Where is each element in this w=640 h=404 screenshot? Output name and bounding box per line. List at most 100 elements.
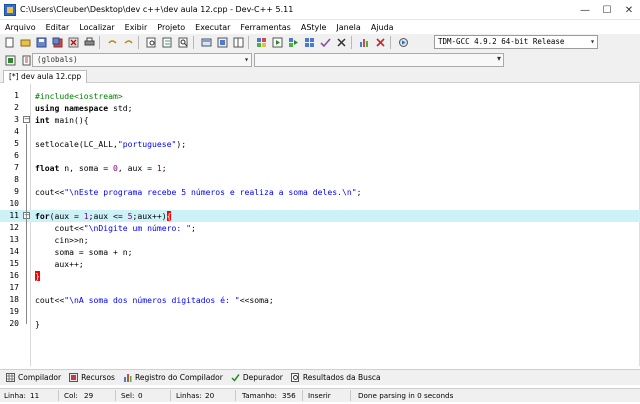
- maximize-button[interactable]: ☐: [596, 0, 618, 20]
- code-text: setlocale(LC_ALL,"portuguese");: [35, 139, 187, 149]
- menu-executar[interactable]: Executar: [190, 23, 235, 32]
- undo-icon[interactable]: [106, 36, 119, 49]
- find-icon[interactable]: [145, 36, 158, 49]
- status-col-value: 29: [84, 391, 94, 400]
- code-line[interactable]: 16}: [0, 270, 640, 282]
- menu-exibir[interactable]: Exibir: [120, 23, 153, 32]
- main-toolbar: TDM-GCC 4.9.2 64-bit Release ▾: [0, 34, 640, 51]
- status-line-label: Linha:: [4, 391, 26, 400]
- stop-execution-icon[interactable]: [335, 36, 348, 49]
- insert-snippet-icon[interactable]: [4, 54, 17, 67]
- toolbar-separator: [193, 36, 194, 49]
- code-line[interactable]: 15 aux++;: [0, 258, 640, 270]
- toolbar-separator: [390, 36, 391, 49]
- project-icon[interactable]: [200, 36, 213, 49]
- check-syntax-icon[interactable]: [319, 36, 332, 49]
- tab-compilador[interactable]: Compilador: [6, 373, 61, 382]
- class-browser-icon[interactable]: [216, 36, 229, 49]
- close-button[interactable]: ✕: [618, 0, 640, 20]
- compile-run-icon[interactable]: [287, 36, 300, 49]
- code-text: #include<iostream>: [35, 91, 123, 101]
- delete-profile-icon[interactable]: [374, 36, 387, 49]
- line-number: 9: [14, 187, 19, 196]
- code-line[interactable]: 7 float n, soma = 0, aux = 1;: [0, 162, 640, 174]
- code-line[interactable]: 8: [0, 174, 640, 186]
- print-icon[interactable]: [83, 36, 96, 49]
- tab-depurador[interactable]: Depurador: [231, 373, 283, 382]
- tab-dev-aula-12[interactable]: [*] dev aula 12.cpp: [3, 70, 88, 83]
- code-line[interactable]: 10: [0, 198, 640, 210]
- toggle-view-icon[interactable]: [232, 36, 245, 49]
- window-title: C:\Users\Cleuber\Desktop\dev c++\dev aul…: [20, 5, 294, 14]
- line-number: 5: [14, 139, 19, 148]
- save-icon[interactable]: [35, 36, 48, 49]
- code-line[interactable]: 3− int main(){: [0, 114, 640, 126]
- new-file-icon[interactable]: [3, 36, 16, 49]
- code-line[interactable]: 19: [0, 306, 640, 318]
- code-text: soma = soma + n;: [35, 247, 133, 257]
- code-line[interactable]: 13 cin>>n;: [0, 234, 640, 246]
- tab-resultados-da-busca[interactable]: Resultados da Busca: [290, 373, 381, 382]
- fold-toggle-icon[interactable]: −: [23, 116, 30, 123]
- close-file-icon[interactable]: [67, 36, 80, 49]
- line-number: 15: [9, 259, 19, 268]
- resources-icon: [69, 373, 79, 382]
- code-line[interactable]: 9 cout<<"\nEste programa recebe 5 números…: [0, 186, 640, 198]
- menu-ajuda[interactable]: Ajuda: [366, 23, 399, 32]
- chart-icon: [123, 374, 132, 382]
- find-files-icon[interactable]: [177, 36, 190, 49]
- status-line-value: 11: [30, 391, 40, 400]
- code-line[interactable]: 1 #include<iostream>: [0, 90, 640, 102]
- code-text: int main(){: [35, 115, 89, 125]
- menu-editar[interactable]: Editar: [41, 23, 75, 32]
- secondary-toolbar: (globals) ▾ ▾: [0, 51, 640, 69]
- code-line[interactable]: 14 soma = soma + n;: [0, 246, 640, 258]
- debug-icon[interactable]: [397, 36, 410, 49]
- scope-select[interactable]: (globals) ▾: [32, 53, 252, 67]
- profile-chart-icon[interactable]: [358, 36, 371, 49]
- code-line[interactable]: 20}: [0, 318, 640, 330]
- menu-astyle[interactable]: AStyle: [296, 23, 332, 32]
- status-divider: [350, 390, 351, 401]
- line-number: 8: [14, 175, 19, 184]
- tab-compilador-label: Compilador: [18, 373, 62, 382]
- fold-guide: [26, 124, 27, 324]
- code-line[interactable]: 18 cout<<"\nA soma dos números digitados …: [0, 294, 640, 306]
- line-number: 14: [9, 247, 19, 256]
- code-line[interactable]: 12 cout<<"\nDigite um número: ";: [0, 222, 640, 234]
- code-text: cout<<"\nA soma dos números digitados é:…: [35, 295, 274, 305]
- grid-icon: [6, 373, 15, 382]
- menu-projeto[interactable]: Projeto: [152, 23, 190, 32]
- status-divider: [115, 390, 116, 401]
- menu-ferramentas[interactable]: Ferramentas: [235, 23, 295, 32]
- code-line[interactable]: 17: [0, 282, 640, 294]
- replace-icon[interactable]: [161, 36, 174, 49]
- save-all-icon[interactable]: [51, 36, 64, 49]
- code-line[interactable]: 4: [0, 126, 640, 138]
- tab-registro-do-compilador[interactable]: Registro do Compilador: [123, 373, 223, 382]
- status-message: Done parsing in 0 seconds: [358, 391, 454, 400]
- chevron-down-icon: ▾: [590, 37, 595, 46]
- code-line[interactable]: 11−for(aux = 1;aux <= 5;aux++){: [0, 210, 640, 222]
- run-icon[interactable]: [271, 36, 284, 49]
- compile-icon[interactable]: [255, 36, 268, 49]
- code-line[interactable]: 2 using namespace std;: [0, 102, 640, 114]
- open-folder-icon[interactable]: [19, 36, 32, 49]
- rebuild-all-icon[interactable]: [303, 36, 316, 49]
- code-line[interactable]: 5 setlocale(LC_ALL,"portuguese");: [0, 138, 640, 150]
- status-divider: [170, 390, 171, 401]
- line-number: 7: [14, 163, 19, 172]
- redo-icon[interactable]: [122, 36, 135, 49]
- menu-janela[interactable]: Janela: [331, 23, 365, 32]
- compiler-select[interactable]: TDM-GCC 4.9.2 64-bit Release ▾: [434, 35, 598, 49]
- code-editor[interactable]: 1 #include<iostream> 2 using namespace std;…: [0, 84, 640, 366]
- menu-localizar[interactable]: Localizar: [74, 23, 119, 32]
- line-number: 20: [9, 319, 19, 328]
- code-line[interactable]: 6: [0, 150, 640, 162]
- function-select[interactable]: ▾: [254, 53, 504, 67]
- minimize-button[interactable]: —: [574, 0, 596, 20]
- status-lines-value: 20: [205, 391, 215, 400]
- status-lines-label: Linhas:: [176, 391, 202, 400]
- menu-arquivo[interactable]: Arquivo: [0, 23, 41, 32]
- tab-recursos[interactable]: Recursos: [69, 373, 115, 382]
